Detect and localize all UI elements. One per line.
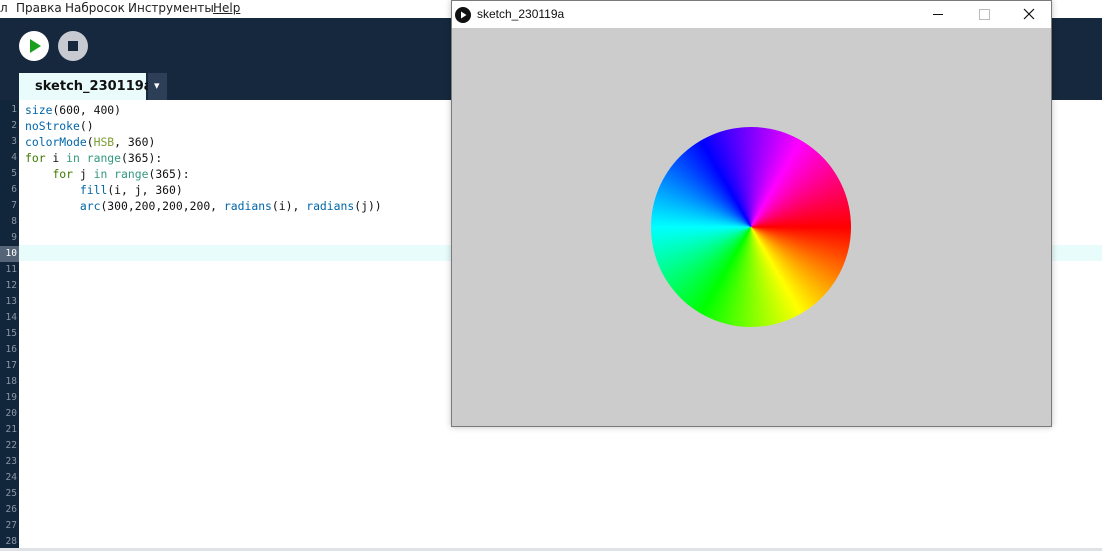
- line-number: 12: [5, 280, 17, 291]
- code-token: j: [73, 167, 94, 181]
- line-number: 6: [11, 184, 17, 195]
- code-token: (600, 400): [52, 103, 122, 117]
- minimize-button[interactable]: [915, 1, 961, 28]
- code-line: colorMode(HSB, 360): [25, 134, 155, 150]
- code-token: range: [114, 167, 149, 181]
- menu-help[interactable]: Help: [213, 1, 240, 15]
- hsb-color-wheel: [651, 127, 851, 327]
- code-token: (): [79, 119, 94, 133]
- sketch-canvas[interactable]: [452, 28, 1051, 426]
- line-number: 27: [5, 520, 17, 531]
- line-number: 19: [5, 392, 17, 403]
- processing-logo-icon: [455, 7, 471, 23]
- line-number: 21: [5, 424, 17, 435]
- maximize-button[interactable]: [961, 1, 1007, 28]
- sketch-window[interactable]: sketch_230119a: [451, 0, 1052, 427]
- code-token: (j)): [354, 199, 382, 213]
- code-token: range: [86, 151, 122, 165]
- stop-button[interactable]: [58, 31, 88, 61]
- line-number: 22: [5, 440, 17, 451]
- line-number: 26: [5, 504, 17, 515]
- code-token: radians: [306, 199, 355, 213]
- code-token: fill: [79, 183, 108, 197]
- line-number-gutter: 1 2 3 4 5 6 7 8 9 10 11 12 13 14 15 16 17 18 19 20 21 22 23 24 2…: [0, 100, 19, 548]
- line-number: 4: [11, 152, 17, 163]
- line-number: 11: [5, 264, 17, 275]
- code-token: radians: [223, 199, 272, 213]
- line-number: 15: [5, 328, 17, 339]
- code-token: arc: [79, 199, 101, 213]
- code-token: for: [25, 151, 46, 165]
- code-token: (i),: [271, 199, 307, 213]
- sketch-window-title: sketch_230119a: [477, 7, 565, 21]
- code-line: size(600, 400): [25, 102, 121, 118]
- close-button[interactable]: [1006, 1, 1052, 28]
- menu-edit[interactable]: Правка: [16, 1, 62, 15]
- code-token: HSB: [93, 135, 115, 149]
- code-token: noStroke: [25, 119, 80, 133]
- line-number: 9: [11, 232, 17, 243]
- code-line: noStroke(): [25, 118, 94, 134]
- line-number: 3: [11, 136, 17, 147]
- code-token: i: [45, 151, 67, 165]
- code-line: arc(300,200,200,200, radians(i), radians…: [25, 198, 382, 214]
- code-line: fill(i, j, 360): [25, 182, 183, 198]
- minimize-icon: [933, 14, 943, 15]
- line-number: 17: [5, 360, 17, 371]
- line-number: 13: [5, 296, 17, 307]
- menu-tools[interactable]: Инструменты: [128, 1, 214, 15]
- code-token: (i, j, 360): [107, 183, 183, 197]
- line-number: 2: [11, 120, 17, 131]
- line-number: 16: [5, 344, 17, 355]
- code-token: colorMode: [25, 135, 87, 149]
- maximize-icon: [979, 9, 990, 20]
- code-token: (365):: [121, 151, 163, 165]
- line-number: 10: [0, 246, 19, 262]
- line-number: 8: [11, 216, 17, 227]
- line-number: 24: [5, 472, 17, 483]
- line-number: 20: [5, 408, 17, 419]
- play-icon: [30, 39, 41, 53]
- chevron-down-icon: ▾: [154, 79, 160, 92]
- code-token: , 360): [114, 135, 156, 149]
- code-token: (300,200,200,200,: [100, 199, 224, 213]
- run-button[interactable]: [19, 31, 49, 61]
- code-token: for: [52, 167, 74, 181]
- menu-sketch[interactable]: Набросок: [65, 1, 125, 15]
- code-token: (: [86, 135, 94, 149]
- tab-label: sketch_230119a: [35, 79, 153, 94]
- code-token: in: [66, 151, 80, 165]
- line-number: 1: [11, 104, 17, 115]
- line-number: 25: [5, 488, 17, 499]
- menu-file[interactable]: л: [0, 1, 8, 15]
- code-line: for i in range(365):: [25, 150, 162, 166]
- code-token: in: [93, 167, 108, 181]
- tab-menu-button[interactable]: ▾: [148, 73, 167, 100]
- line-number: 14: [5, 312, 17, 323]
- tab-sketch[interactable]: sketch_230119a: [19, 73, 153, 100]
- stop-icon: [68, 41, 78, 51]
- sketch-titlebar[interactable]: sketch_230119a: [452, 1, 1051, 28]
- line-number: 5: [11, 168, 17, 179]
- code-line: for j in range(365):: [25, 166, 190, 182]
- code-token: size: [25, 103, 53, 117]
- close-icon: [1023, 8, 1035, 20]
- line-number: 23: [5, 456, 17, 467]
- line-number: 7: [11, 200, 17, 211]
- code-token: (365):: [148, 167, 190, 181]
- line-number: 18: [5, 376, 17, 387]
